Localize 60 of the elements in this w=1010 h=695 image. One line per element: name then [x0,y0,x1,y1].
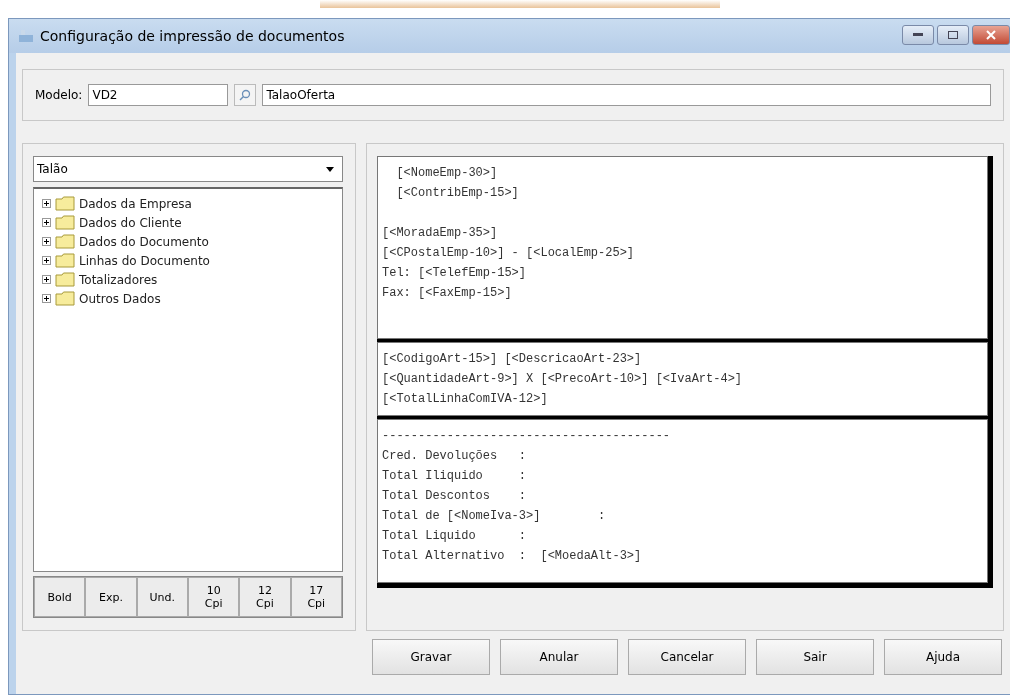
minimize-icon [913,33,923,37]
minimize-button[interactable] [902,25,934,45]
tree-item[interactable]: Dados do Cliente [79,215,182,230]
close-button[interactable] [972,25,1010,45]
format-button[interactable]: 17 Cpi [290,577,342,617]
tree-item[interactable]: Totalizadores [79,272,158,287]
model-code-field[interactable]: VD2 [88,84,229,106]
folder-icon [55,234,75,249]
template-line: [<TotalLinhaComIVA-12>] [382,391,549,408]
expand-icon[interactable] [42,237,51,246]
template-line: Total Descontos : [382,488,528,505]
expand-icon[interactable] [42,218,51,227]
template-line: Cred. Devoluções : [382,448,528,465]
lookup-button[interactable] [234,84,257,106]
template-line: [<CPostalEmp-10>] - [<LocalEmp-25>] [382,245,636,262]
template-line: Total Liquido : [382,528,528,545]
maximize-icon [948,31,958,39]
expand-icon[interactable] [42,275,51,284]
dialog-button[interactable]: Cancelar [628,639,746,675]
tree-item[interactable]: Linhas do Documento [79,253,210,268]
format-button[interactable]: Und. [136,577,188,617]
close-icon [986,30,996,40]
tree-item[interactable]: Outros Dados [79,291,161,306]
expand-icon[interactable] [42,294,51,303]
model-label: Modelo: [35,88,83,102]
template-line: [<NomeEmp-30>] [395,165,499,182]
format-button[interactable]: 10 Cpi [188,577,240,617]
format-button[interactable]: Exp. [85,577,137,617]
folder-icon [55,272,75,287]
expand-icon[interactable] [42,199,51,208]
template-line: [<QuantidadeArt-9>] X [<PrecoArt-10>] [<IvaArt-4>] [382,371,744,388]
folder-icon [55,291,75,306]
template-line: ---------------------------------------- [382,428,672,445]
window-title: Configuração de impressão de documentos [40,28,346,44]
folder-icon [55,215,75,230]
template-line: Total Alternativo : [<MoedaAlt-3>] [382,548,643,565]
expand-icon[interactable] [42,256,51,265]
tree-item[interactable]: Dados da Empresa [79,196,192,211]
format-button[interactable]: 12 Cpi [239,577,291,617]
folder-icon [55,196,75,211]
dialog-button[interactable]: Gravar [372,639,490,675]
template-line: Total de [<NomeIva-3>] : [382,508,607,525]
template-line: Total Iliquido : [382,468,528,485]
dialog-button[interactable]: Sair [756,639,874,675]
model-name-field[interactable]: TalaoOferta [262,84,991,106]
template-line: [<ContribEmp-15>] [395,185,520,202]
template-line: Tel: [<TelefEmp-15>] [382,265,528,282]
dialog-button[interactable]: Anular [500,639,618,675]
format-button[interactable]: Bold [34,577,86,617]
type-dropdown[interactable]: Talão [33,156,343,182]
dialog-button[interactable]: Ajuda [884,639,1002,675]
template-line: [<MoradaEmp-35>] [382,225,499,242]
dropdown-arrow-icon [326,166,334,172]
search-icon [239,89,252,101]
template-line: Fax: [<FaxEmp-15>] [382,285,513,302]
app-icon [18,29,34,43]
template-line: [<CodigoArt-15>] [<DescricaoArt-23>] [382,351,643,368]
maximize-button[interactable] [937,25,969,45]
tree-item[interactable]: Dados do Documento [79,234,209,249]
folder-icon [55,253,75,268]
